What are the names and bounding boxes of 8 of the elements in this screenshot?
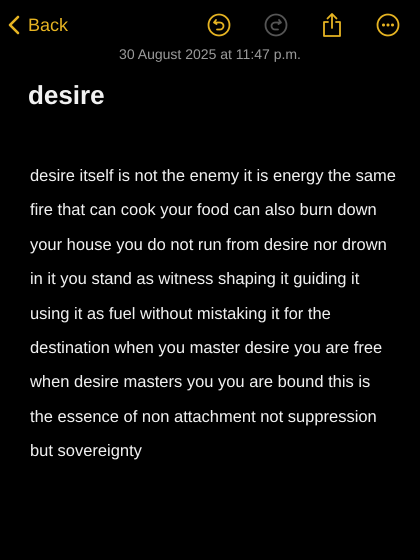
back-button[interactable]: Back xyxy=(8,14,68,36)
more-icon[interactable] xyxy=(376,13,400,37)
chevron-icon xyxy=(8,15,20,35)
note-title: desire xyxy=(28,80,106,111)
undo-icon[interactable] xyxy=(207,13,231,37)
note-body: desire itself is not the enemy it is energy the same fire that can cook your food can also burn down your house you do not run from desire nor drown in it you stand as witness shaping it guiding it using it as fuel without mistaking it for the destination when you master desire you are free when desire masters you you are bound this is the essence of non attachment not suppression but sovereignty xyxy=(30,166,396,462)
share-icon[interactable] xyxy=(321,12,343,38)
note-timestamp: 30 August 2025 at 11:47 p.m. xyxy=(118,46,302,62)
